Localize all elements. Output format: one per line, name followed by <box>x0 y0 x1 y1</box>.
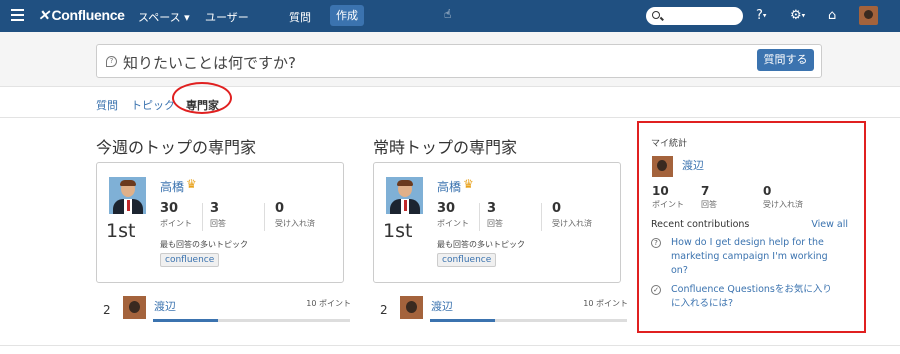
stat-points: 30 ポイント <box>437 201 469 228</box>
ask-placeholder: 知りたいことは何ですか? <box>123 54 296 72</box>
stat-divider <box>479 203 480 231</box>
user-avatar[interactable] <box>859 6 878 25</box>
stat-answers: 3 回答 <box>487 201 503 228</box>
footer-divider <box>0 345 900 346</box>
confluence-logo[interactable]: ✕ Confluence <box>38 7 125 24</box>
tab-questions[interactable]: 質問 <box>96 97 118 113</box>
check-circle-icon: ✓ <box>651 285 661 295</box>
tab-topics[interactable]: トピック <box>131 97 175 113</box>
my-name[interactable]: 渡辺 <box>682 157 704 173</box>
row-rank: 2 <box>380 303 388 317</box>
top-topic-label: 最も回答の多いトピック <box>160 240 248 249</box>
search-icon <box>652 11 660 19</box>
stat-answers: 3 回答 <box>210 201 226 228</box>
question-icon: ? <box>651 238 661 248</box>
expert-avatar[interactable] <box>123 296 146 319</box>
expert-name[interactable]: 渡辺 <box>154 298 176 314</box>
gear-icon[interactable]: ⚙▾ <box>790 8 805 23</box>
expert-name[interactable]: 渡辺 <box>431 298 453 314</box>
confluence-x-icon: ✕ <box>38 7 50 23</box>
stat-divider <box>541 203 542 231</box>
recent-contributions-label: Recent contributions <box>651 219 750 230</box>
expert-name[interactable]: 高橋 <box>437 178 461 195</box>
stat-accepted: 0 受け入れ済 <box>552 201 592 228</box>
crown-icon: ♛ <box>186 177 197 191</box>
points-progress-bar <box>153 319 350 322</box>
expert-points: 10 ポイント <box>583 299 628 308</box>
expert-name[interactable]: 高橋 <box>160 178 184 195</box>
contribution-link[interactable]: How do I get design help for the marketi… <box>671 236 841 278</box>
expert-rank: 1st <box>383 220 413 242</box>
highlight-circle <box>172 82 232 114</box>
top-navigation-bar: ✕ Confluence スペース ▾ ユーザー 質問 作成 ☝ ?▾ ⚙▾ ⌂ <box>0 0 900 32</box>
tab-bar: 質問 トピック 専門家 <box>0 88 900 118</box>
nav-spaces[interactable]: スペース ▾ <box>138 9 190 25</box>
progress-fill <box>153 319 218 322</box>
nav-questions[interactable]: 質問 <box>289 9 311 25</box>
question-icon: ? <box>106 56 117 67</box>
notifications-icon[interactable]: ⌂ <box>828 8 836 23</box>
alltime-top-expert-card: 1st 高橋 ♛ 30 ポイント 3 回答 0 受け入れ済 最も回答の多いトピック c… <box>373 162 621 283</box>
my-avatar[interactable] <box>652 156 673 177</box>
create-button[interactable]: 作成 <box>330 5 364 26</box>
stat-accepted: 0 受け入れ済 <box>275 201 315 228</box>
view-all-link[interactable]: View all <box>811 219 848 230</box>
expert-avatar[interactable] <box>109 177 146 214</box>
expert-avatar[interactable] <box>386 177 423 214</box>
menu-icon[interactable] <box>11 9 24 22</box>
row-rank: 2 <box>103 303 111 317</box>
my-stat-accepted: 0 受け入れ済 <box>763 184 803 209</box>
stat-divider <box>264 203 265 231</box>
points-progress-bar <box>430 319 627 322</box>
mouse-cursor-icon: ☝ <box>444 7 452 21</box>
my-stat-answers: 7 回答 <box>701 184 717 209</box>
ask-question-button[interactable]: 質問する <box>757 49 814 71</box>
alltime-top-experts-title: 常時トップの専門家 <box>373 138 518 157</box>
search-input[interactable] <box>646 7 743 25</box>
expert-points: 10 ポイント <box>306 299 351 308</box>
my-stats-title: マイ統計 <box>651 139 688 149</box>
nav-users[interactable]: ユーザー <box>205 9 249 25</box>
topic-badge[interactable]: confluence <box>160 253 220 267</box>
weekly-top-experts-title: 今週のトップの専門家 <box>96 138 257 157</box>
help-icon[interactable]: ?▾ <box>756 8 766 23</box>
weekly-expert-row-2: 2 渡辺 10 ポイント <box>103 296 353 326</box>
expert-rank: 1st <box>106 220 136 242</box>
top-topic-label: 最も回答の多いトピック <box>437 240 525 249</box>
weekly-top-expert-card: 1st 高橋 ♛ 30 ポイント 3 回答 0 受け入れ済 最も回答の多いトピック c… <box>96 162 344 283</box>
progress-fill <box>430 319 495 322</box>
ask-question-input[interactable]: ? 知りたいことは何ですか? <box>96 44 822 78</box>
stat-divider <box>202 203 203 231</box>
my-stats-panel: マイ統計 渡辺 10 ポイント 7 回答 0 受け入れ済 Recent contrib… <box>637 121 866 333</box>
alltime-expert-row-2: 2 渡辺 10 ポイント <box>380 296 630 326</box>
crown-icon: ♛ <box>463 177 474 191</box>
contribution-link[interactable]: Confluence Questionsをお気に入りに入れるには? <box>671 283 841 311</box>
topic-badge[interactable]: confluence <box>437 253 497 267</box>
my-stat-points: 10 ポイント <box>652 184 684 209</box>
expert-avatar[interactable] <box>400 296 423 319</box>
stat-points: 30 ポイント <box>160 201 192 228</box>
